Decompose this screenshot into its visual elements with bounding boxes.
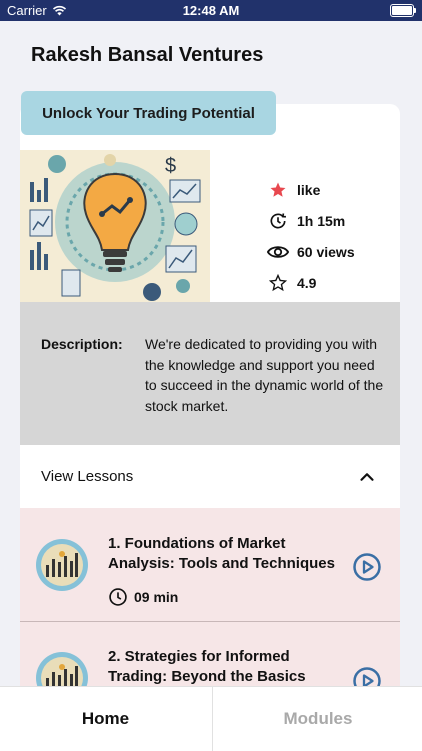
- lesson-title: 1. Foundations of Market Analysis: Tools…: [108, 535, 335, 572]
- duration-stat: 1h 15m: [267, 205, 355, 236]
- chevron-up-icon[interactable]: [356, 466, 378, 488]
- lesson-title: 2. Strategies for Informed Trading: Beyo…: [108, 648, 306, 685]
- chart-figures-icon: [46, 551, 78, 577]
- lightbulb-illustration-icon: $: [20, 150, 210, 302]
- like-stat[interactable]: like: [267, 174, 355, 205]
- tab-bar: Home Modules: [0, 686, 422, 751]
- rating-stat: 4.9: [267, 267, 355, 298]
- eye-icon: [267, 242, 289, 262]
- star-outline-icon: [267, 273, 289, 293]
- like-label: like: [297, 181, 321, 198]
- svg-text:$: $: [165, 155, 176, 177]
- rating-value: 4.9: [297, 274, 317, 291]
- page-title: Rakesh Bansal Ventures: [31, 44, 264, 66]
- views-stat: 60 views: [267, 236, 355, 267]
- course-card: $ like 1h 15m 60 views 4.9 Description: …: [20, 104, 400, 704]
- lesson-duration: 09 min: [108, 587, 178, 607]
- course-stats: like 1h 15m 60 views 4.9: [267, 174, 355, 298]
- clock-history-icon: [267, 211, 289, 231]
- battery-icon: [390, 4, 416, 17]
- description-text: We're dedicated to providing you with th…: [145, 336, 384, 414]
- lessons-title: View Lessons: [41, 468, 134, 485]
- clock-icon: [109, 588, 127, 606]
- course-thumbnail: $: [20, 150, 210, 302]
- lesson-thumbnail: [36, 539, 88, 591]
- duration-value: 1h 15m: [297, 212, 346, 229]
- star-filled-icon: [267, 180, 289, 200]
- description-label: Description:: [41, 336, 123, 352]
- tab-home[interactable]: Home: [0, 687, 211, 751]
- status-bar: Carrier 12:48 AM: [0, 0, 422, 21]
- status-time: 12:48 AM: [182, 3, 240, 18]
- lesson-item[interactable]: 1. Foundations of Market Analysis: Tools…: [20, 508, 400, 622]
- lesson-duration-value: 09 min: [134, 589, 179, 605]
- play-button-icon[interactable]: [353, 553, 381, 581]
- views-value: 60 views: [297, 243, 355, 260]
- tab-modules[interactable]: Modules: [212, 687, 422, 751]
- course-banner: Unlock Your Trading Potential: [21, 91, 276, 135]
